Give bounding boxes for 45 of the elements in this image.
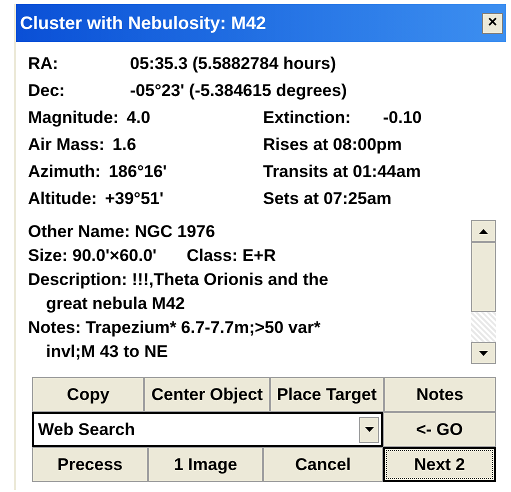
- dropdown-value: Web Search: [38, 418, 136, 441]
- field-value: 05:35.3 (5.5882784 hours): [130, 52, 336, 75]
- dialog-button[interactable]: Precess: [32, 447, 148, 482]
- info-text: Sets at 07:25am: [263, 188, 392, 210]
- field-label: Azimuth:: [28, 160, 101, 183]
- note-text: Description: !!!,Theta Orionis and the: [28, 269, 330, 291]
- note-text: Class: E+R: [186, 245, 276, 267]
- dialog-button[interactable]: Next 2: [383, 447, 496, 482]
- go-button[interactable]: <- GO: [383, 412, 496, 447]
- scrollbar[interactable]: [471, 220, 496, 364]
- field-value: -0.10: [383, 106, 422, 129]
- field-label: Altitude:: [28, 188, 97, 210]
- field-value: +39°51': [104, 188, 164, 210]
- action-button[interactable]: Center Object: [144, 377, 270, 412]
- info-text: Transits at 01:44am: [263, 160, 421, 183]
- close-button[interactable]: ×: [482, 12, 503, 34]
- note-text: great nebula M42: [45, 293, 186, 315]
- field-value: 186°16': [108, 160, 167, 183]
- action-button[interactable]: Place Target: [270, 377, 384, 412]
- field-label: RA:: [28, 52, 60, 75]
- dropdown-button[interactable]: [359, 416, 379, 442]
- window-title: Cluster with Nebulosity: M42: [20, 12, 266, 35]
- note-text: Other Name: NGC 1976: [28, 221, 216, 243]
- scroll-up-button[interactable]: [471, 220, 496, 242]
- note-text: Size: 90.0'×60.0': [28, 245, 157, 267]
- field-label: Air Mass:: [28, 134, 105, 156]
- field-label: Extinction:: [263, 106, 352, 129]
- search-dropdown[interactable]: Web Search: [32, 412, 383, 447]
- field-value: -05°23' (-5.384615 degrees): [130, 80, 347, 102]
- dialog-button[interactable]: Cancel: [263, 447, 383, 482]
- note-text: invl;M 43 to NE: [45, 341, 169, 363]
- scroll-thumb[interactable]: [471, 242, 496, 312]
- down-arrow-icon: [479, 350, 488, 356]
- action-button[interactable]: Copy: [32, 377, 144, 412]
- up-arrow-icon: [479, 228, 488, 234]
- dialog-button[interactable]: 1 Image: [148, 447, 263, 482]
- field-label: Dec:: [28, 80, 66, 102]
- note-text: Notes: Trapezium* 6.7-7.7m;>50 var*: [28, 317, 322, 339]
- scroll-down-button[interactable]: [471, 342, 496, 364]
- info-text: Rises at 08:00pm: [263, 134, 402, 156]
- field-value: 4.0: [126, 106, 150, 129]
- field-value: 1.6: [112, 134, 136, 156]
- action-button[interactable]: Notes: [384, 377, 496, 412]
- field-label: Magnitude:: [28, 106, 119, 129]
- down-arrow-icon: [364, 427, 374, 432]
